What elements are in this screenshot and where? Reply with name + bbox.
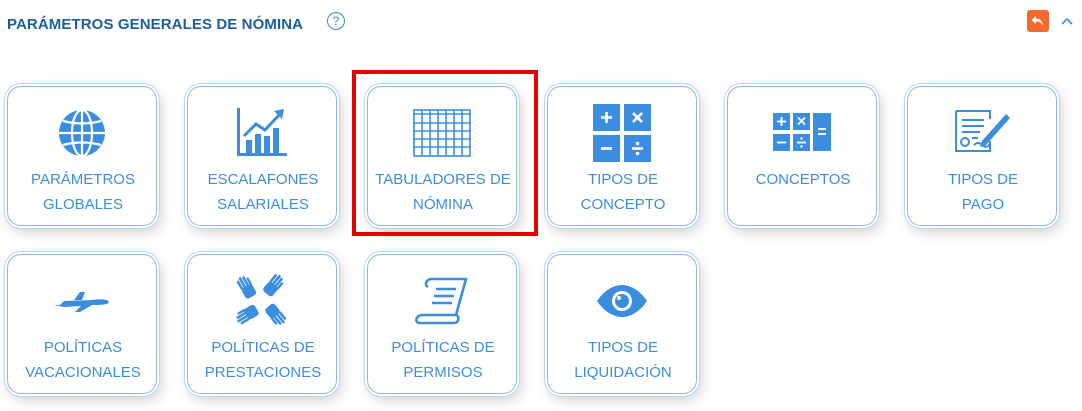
globe-icon [59,108,105,158]
tile-conceptos[interactable]: CONCEPTOS [727,86,877,226]
tile-label: PARÁMETROS GLOBALES [31,171,135,213]
tile-politicas-de-permisos[interactable]: POLÍTICAS DE PERMISOS [367,254,517,394]
tile-tabuladores-de-nomina[interactable]: TABULADORES DE NÓMINA [367,86,517,226]
calculator-operations-icon [593,104,651,162]
tile-label: POLÍTICAS VACACIONALES [25,339,141,381]
collapse-button[interactable] [1058,12,1076,30]
tile-politicas-de-prestaciones[interactable]: POLÍTICAS DE PRESTACIONES [187,254,337,394]
tile-label: TIPOS DE PAGO [947,171,1018,213]
growth-chart-icon [237,108,287,156]
scroll-icon [415,277,468,325]
page-header: PARÁMETROS GENERALES DE NÓMINA ? [0,0,1082,48]
tile-parametros-globales[interactable]: PARÁMETROS GLOBALES [7,86,157,226]
tile-label: POLÍTICAS DE PERMISOS [391,339,495,381]
tile-label: TABULADORES DE NÓMINA [375,171,511,213]
calculator-icon [773,113,831,151]
tile-label: ESCALAFONES SALARIALES [207,171,319,213]
tile-escalafones-salariales[interactable]: ESCALAFONES SALARIALES [187,86,337,226]
tile-politicas-vacacionales[interactable]: POLÍTICAS VACACIONALES [7,254,157,394]
chevron-up-icon [1061,17,1073,25]
eye-icon [597,285,647,317]
table-grid-icon [413,109,471,157]
page-title: PARÁMETROS GENERALES DE NÓMINA [7,16,304,33]
tile-tipos-de-concepto[interactable]: TIPOS DE CONCEPTO [547,86,697,226]
tile-label: TIPOS DE CONCEPTO [580,171,666,213]
tile-label: TIPOS DE LIQUIDACIÓN [574,339,672,381]
tile-tipos-de-pago[interactable]: TIPOS DE PAGO [907,86,1057,226]
tile-label: CONCEPTOS [755,171,851,188]
tile-tipos-de-liquidacion[interactable]: TIPOS DE LIQUIDACIÓN [547,254,697,394]
undo-arrow-icon [1031,16,1043,26]
help-icon[interactable]: ? [327,12,345,30]
tile-label: POLÍTICAS DE PRESTACIONES [204,339,322,381]
back-button[interactable] [1027,10,1049,32]
airplane-icon [54,292,109,312]
hands-icon [236,274,287,325]
signed-document-icon [955,110,1010,152]
